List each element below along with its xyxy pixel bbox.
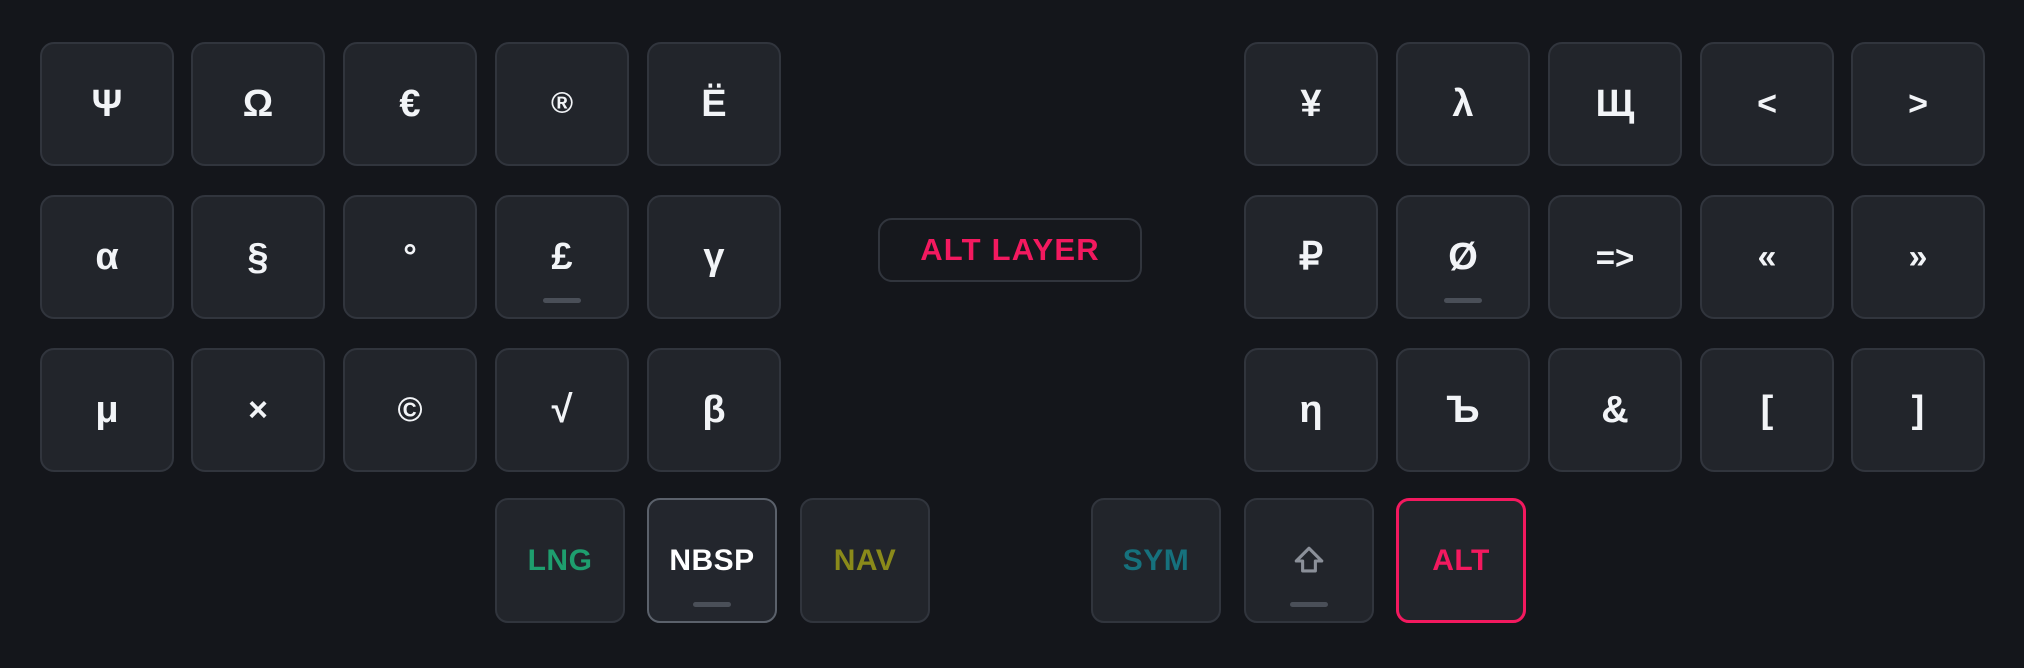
key-bracket-right[interactable]: ] <box>1851 348 1985 472</box>
key-label: ® <box>550 87 574 120</box>
key-label: € <box>399 83 421 125</box>
layer-indicator-badge: ALT LAYER <box>878 218 1142 282</box>
key-cyrillic-hard-sign[interactable]: Ъ <box>1396 348 1530 472</box>
key-degree[interactable]: ° <box>343 195 477 319</box>
key-cyrillic-shcha[interactable]: Щ <box>1548 42 1682 166</box>
key-label: [ <box>1760 389 1774 431</box>
key-label: § <box>247 236 269 278</box>
key-label: NAV <box>833 543 897 577</box>
key-less-than[interactable]: < <box>1700 42 1834 166</box>
key-label: η <box>1299 389 1323 431</box>
key-label: √ <box>551 389 573 431</box>
key-euro[interactable]: € <box>343 42 477 166</box>
key-label: Ψ <box>91 83 123 125</box>
key-psi[interactable]: Ψ <box>40 42 174 166</box>
key-fat-arrow[interactable]: => <box>1548 195 1682 319</box>
key-label: ° <box>403 238 417 276</box>
key-label: & <box>1601 389 1629 431</box>
key-nav[interactable]: NAV <box>800 498 930 623</box>
key-cyrillic-yo[interactable]: Ё <box>647 42 781 166</box>
key-label: £ <box>551 236 573 278</box>
key-label: α <box>95 236 119 278</box>
key-label: SYM <box>1122 543 1190 577</box>
layer-indicator-label: ALT LAYER <box>920 232 1100 267</box>
key-label: ] <box>1911 389 1925 431</box>
key-yen[interactable]: ¥ <box>1244 42 1378 166</box>
key-label: © <box>397 391 423 429</box>
key-gamma[interactable]: γ <box>647 195 781 319</box>
key-mu[interactable]: μ <box>40 348 174 472</box>
key-alpha[interactable]: α <box>40 195 174 319</box>
key-label: NBSP <box>669 543 755 577</box>
key-label: Ъ <box>1446 389 1480 431</box>
key-copyright[interactable]: © <box>343 348 477 472</box>
key-pound[interactable]: £ <box>495 195 629 319</box>
key-label: Ω <box>242 83 274 125</box>
key-o-slash[interactable]: Ø <box>1396 195 1530 319</box>
key-label: λ <box>1452 83 1474 125</box>
home-row-marker <box>1290 602 1328 607</box>
home-row-marker <box>1444 298 1482 303</box>
key-eta[interactable]: η <box>1244 348 1378 472</box>
key-label: Щ <box>1595 83 1635 125</box>
key-label: => <box>1595 238 1635 276</box>
key-label: > <box>1908 85 1928 123</box>
key-label: LNG <box>527 543 593 577</box>
key-ampersand[interactable]: & <box>1548 348 1682 472</box>
key-beta[interactable]: β <box>647 348 781 472</box>
key-section[interactable]: § <box>191 195 325 319</box>
key-ruble[interactable]: ₽ <box>1244 195 1378 319</box>
key-label: β <box>702 389 726 431</box>
key-label: « <box>1757 238 1777 276</box>
key-shift[interactable] <box>1244 498 1374 623</box>
key-greater-than[interactable]: > <box>1851 42 1985 166</box>
key-label: ¥ <box>1300 83 1322 125</box>
key-label: Ø <box>1448 236 1478 278</box>
key-multiply[interactable]: × <box>191 348 325 472</box>
home-row-marker <box>543 298 581 303</box>
key-label: γ <box>703 236 725 278</box>
key-omega[interactable]: Ω <box>191 42 325 166</box>
key-sqrt[interactable]: √ <box>495 348 629 472</box>
key-lambda[interactable]: λ <box>1396 42 1530 166</box>
key-guillemet-right[interactable]: » <box>1851 195 1985 319</box>
key-bracket-left[interactable]: [ <box>1700 348 1834 472</box>
key-label: Ё <box>701 83 727 125</box>
key-nbsp[interactable]: NBSP <box>647 498 777 623</box>
key-sym[interactable]: SYM <box>1091 498 1221 623</box>
keyboard-root: Ψ Ω € ® Ё α § ° £ γ μ × © √ β LNG NBSP N… <box>0 0 2024 668</box>
home-row-marker <box>693 602 731 607</box>
key-label: ALT <box>1432 543 1490 577</box>
key-label: < <box>1757 85 1777 123</box>
key-label: » <box>1908 238 1928 276</box>
shift-up-arrow-icon <box>1292 544 1326 578</box>
key-lng[interactable]: LNG <box>495 498 625 623</box>
key-alt[interactable]: ALT <box>1396 498 1526 623</box>
key-label: ₽ <box>1298 236 1324 278</box>
key-label: × <box>248 391 268 429</box>
key-registered[interactable]: ® <box>495 42 629 166</box>
key-guillemet-left[interactable]: « <box>1700 195 1834 319</box>
key-label: μ <box>95 389 119 431</box>
